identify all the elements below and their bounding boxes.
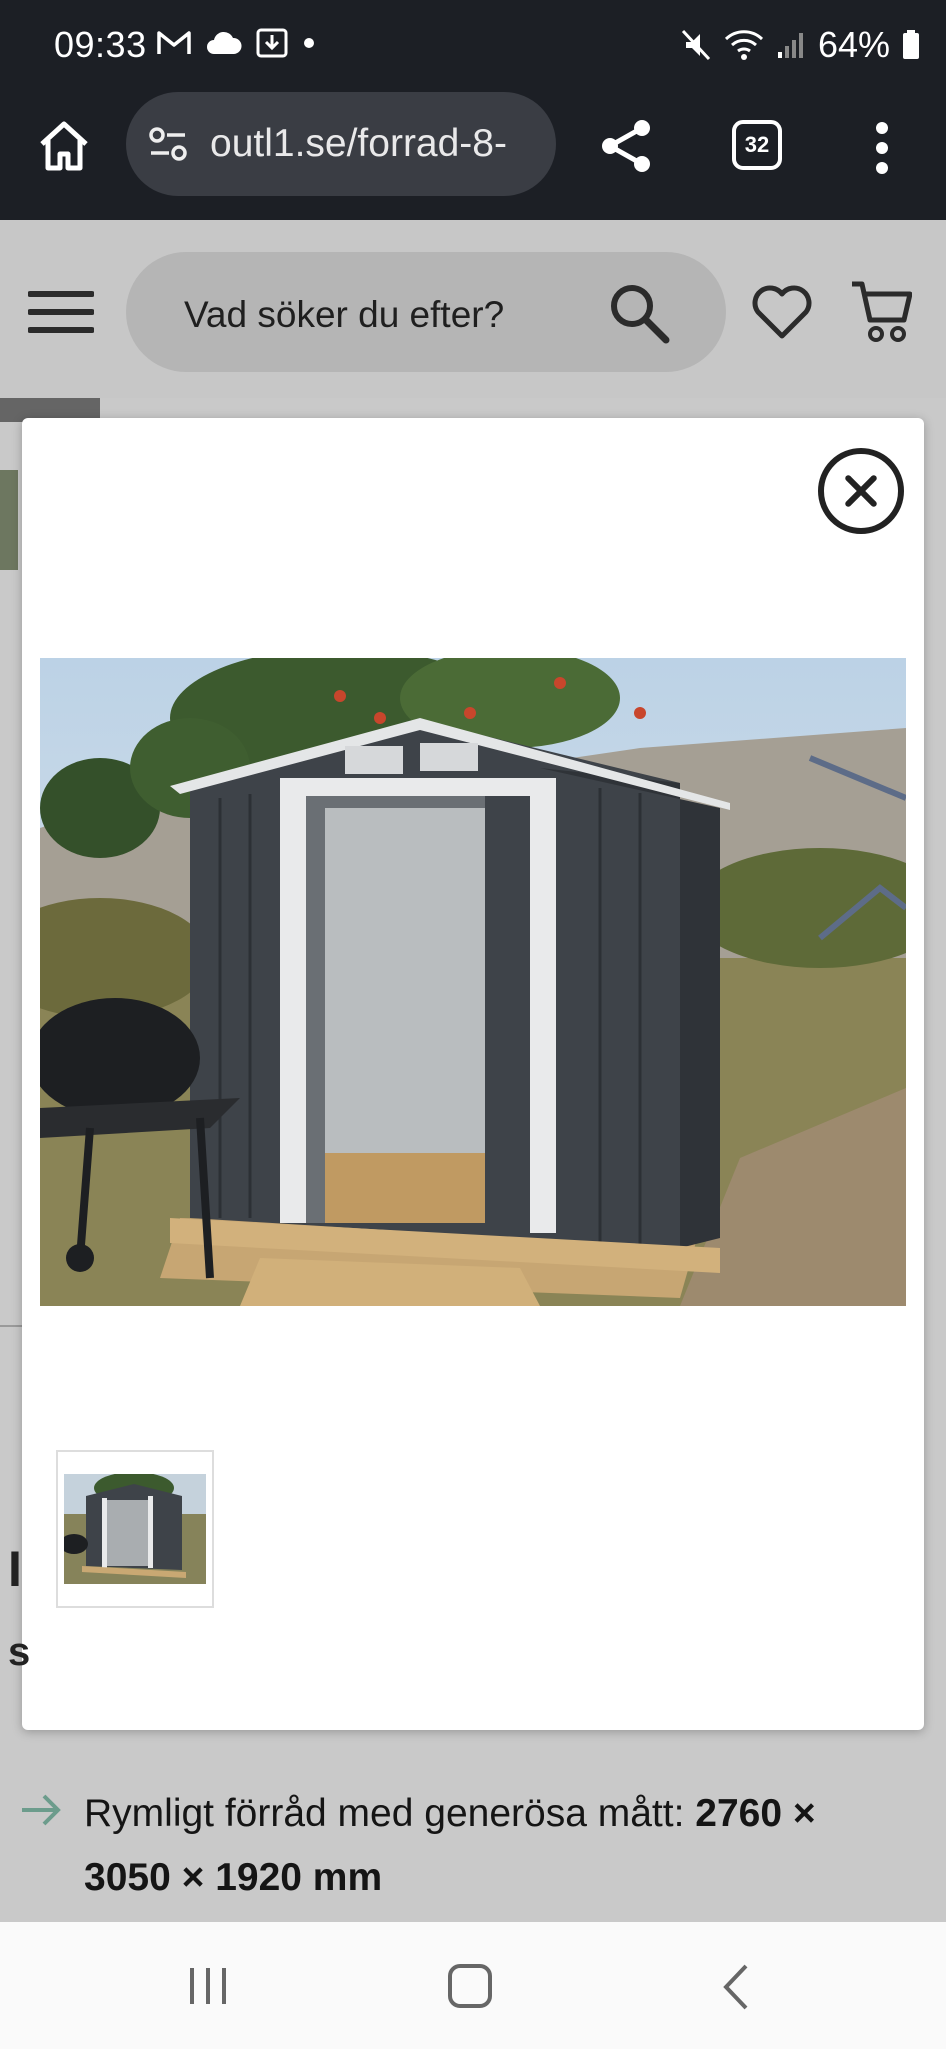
thumbnail-image <box>64 1474 206 1584</box>
signal-icon <box>777 33 803 58</box>
address-bar[interactable]: outl1.se/forrad-8- <box>126 92 556 196</box>
hidden-text-fragment: s <box>8 1630 31 1674</box>
browser-toolbar: outl1.se/forrad-8- 32 <box>0 92 946 220</box>
search-placeholder: Vad söker du efter? <box>184 294 505 335</box>
wishlist-icon[interactable] <box>750 282 814 342</box>
site-settings-icon[interactable] <box>148 124 188 164</box>
cart-icon[interactable] <box>850 278 912 344</box>
battery-percent: 64% <box>817 24 890 65</box>
download-icon <box>256 28 288 58</box>
search-icon[interactable] <box>606 280 672 346</box>
arrow-right-icon <box>22 1794 61 1826</box>
status-time: 09:33 <box>54 24 147 65</box>
wifi-icon <box>724 30 763 60</box>
thumbnail-1[interactable] <box>56 1450 214 1608</box>
cloud-icon <box>207 31 242 54</box>
dot-icon <box>304 38 314 48</box>
site-header: Vad söker du efter? <box>0 220 946 398</box>
system-navigation-bar <box>0 1922 946 2049</box>
tab-switcher-button[interactable]: 32 <box>732 120 782 170</box>
image-lightbox <box>22 418 924 1730</box>
status-bar: 09:33 64% <box>0 0 946 92</box>
hidden-title-fragment: I <box>8 1541 22 1597</box>
notification-icons <box>156 28 316 58</box>
recents-icon[interactable] <box>186 1966 230 2006</box>
gmail-icon <box>157 31 191 54</box>
close-icon[interactable] <box>818 448 904 534</box>
share-icon[interactable] <box>596 116 656 176</box>
menu-icon[interactable] <box>28 290 94 334</box>
home-nav-icon[interactable] <box>448 1964 492 2008</box>
feature-bullet: Rymligt förråd med generösa mått: 2760 ×… <box>84 1782 904 1910</box>
battery-icon <box>903 30 919 59</box>
more-options-icon[interactable] <box>872 120 892 176</box>
back-icon[interactable] <box>720 1962 752 2012</box>
url-text[interactable]: outl1.se/forrad-8- <box>210 122 546 166</box>
product-image[interactable] <box>40 658 906 1306</box>
background-fragment <box>0 470 18 570</box>
mute-icon <box>681 29 711 61</box>
search-input[interactable]: Vad söker du efter? <box>126 252 726 372</box>
system-icons: 64% <box>680 24 920 66</box>
feature-text: Rymligt förråd med generösa mått: <box>84 1792 696 1835</box>
home-icon[interactable] <box>36 118 92 174</box>
